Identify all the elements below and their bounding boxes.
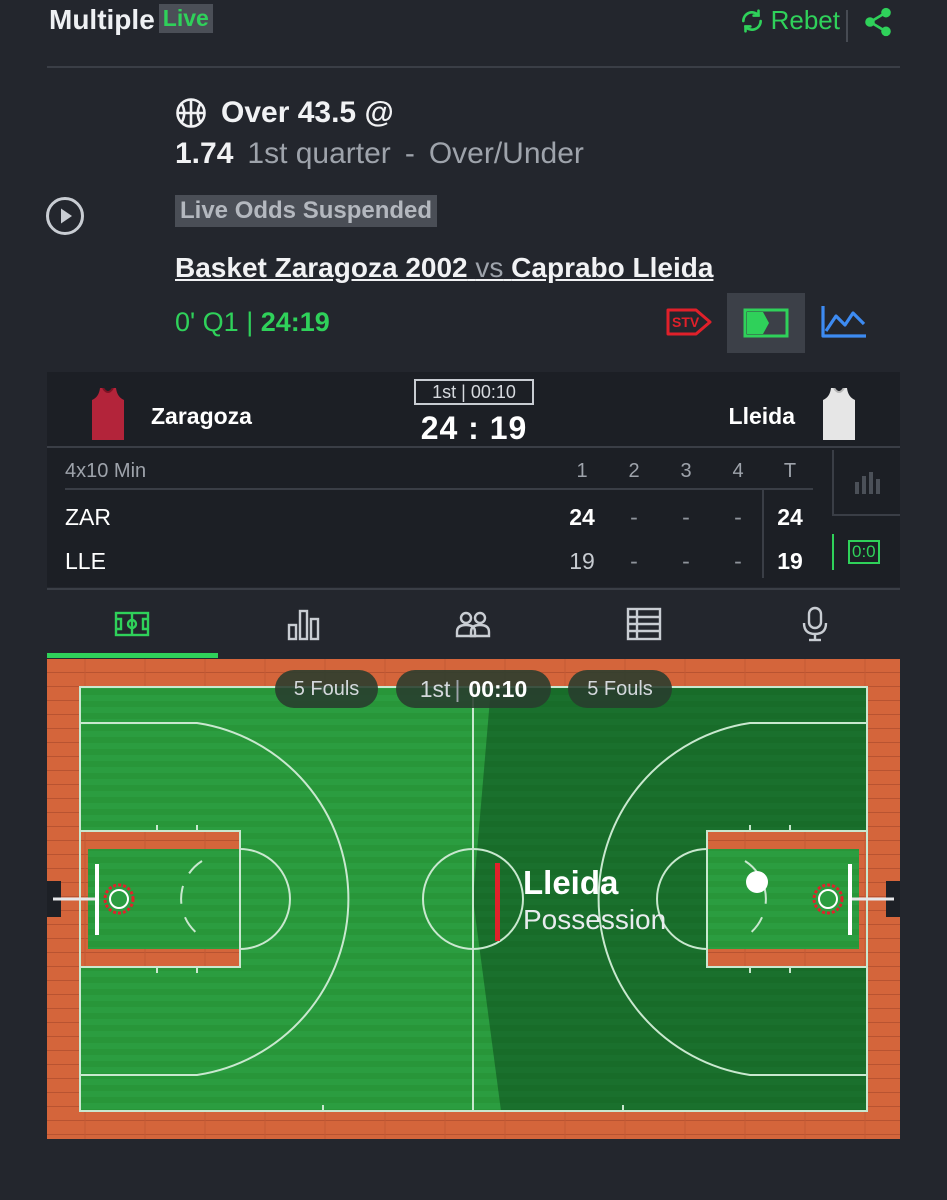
svg-text:STV: STV [672,314,700,330]
away-q2: - [630,548,638,574]
bet-header: Multiple Live Rebet [47,0,900,68]
home-q2: - [630,504,638,530]
market-separator: - [404,137,415,170]
basketball-court [47,659,900,1139]
match-link[interactable]: Basket Zaragoza 2002 vs Caprabo Lleida [175,252,713,284]
table-divider [65,488,813,490]
tab-table[interactable] [559,590,730,658]
period-clock-box: 1st | 00:10 [414,379,534,405]
away-total: 19 [777,548,803,574]
refresh-icon [741,8,762,33]
quarter-4-header: 4 [732,460,744,482]
match-time: 24:19 [260,307,330,337]
basketball-icon [176,98,206,128]
home-jersey-icon [92,388,124,440]
away-q3: - [682,548,690,574]
court-period: 1st [419,675,451,702]
possession-label: Possession [523,904,667,935]
away-jersey-icon [823,388,855,440]
play-icon[interactable] [45,196,85,236]
score-header: Zaragoza 1st | 00:10 24 : 19 Lleida [47,372,900,448]
total-column-divider [762,490,764,578]
possession-team: Lleida [523,864,619,901]
home-team-name: Zaragoza [151,403,252,429]
bet-period: 1st quarter [247,137,391,170]
away-team-name: Lleida [728,403,795,429]
home-abbr: ZAR [65,504,111,530]
court-time: 00:10 [468,675,528,702]
stream-tv-icon[interactable]: STV [666,304,712,340]
game-format: 4x10 Min [65,460,147,482]
bet-market-line: 1.74 1st quarter - Over/Under [175,137,584,171]
quarter-3-header: 3 [680,460,692,482]
rebet-button[interactable]: Rebet [739,5,840,36]
away-fouls-pill: 5 Fouls [568,670,672,708]
tab-lineups[interactable] [388,590,559,658]
bet-type-label: Multiple [49,4,155,35]
ball-position-marker [746,871,768,893]
stats-bars-icon [287,609,320,641]
away-abbr: LLE [65,548,106,574]
odds-value: 1.74 [175,137,234,170]
tab-stats[interactable] [218,590,389,658]
selection-text: Over 43.5 @ [221,96,394,129]
stats-toggle[interactable] [832,450,900,516]
total-header: T [783,460,797,482]
serve-accent [832,534,834,570]
tracker-tabs [47,588,900,658]
home-total: 24 [777,504,803,530]
court-icon [115,611,150,637]
rebet-label: Rebet [770,5,840,35]
away-q1: 19 [569,548,595,574]
main-score: 24 : 19 [420,410,528,446]
court-period-pill: 1st | 00:10 [396,670,551,708]
match-tracker-button[interactable] [727,293,805,353]
quarter-1-header: 1 [576,460,588,482]
share-icon[interactable] [862,6,894,38]
home-q4: - [734,504,742,530]
possession-indicator [495,863,500,941]
match-tracker-icon [743,308,789,338]
tab-court[interactable] [47,590,218,658]
odds-suspended-badge: Live Odds Suspended [175,195,438,227]
table-icon [626,607,662,641]
header-divider [846,10,848,42]
quarter-2-header: 2 [628,460,640,482]
scoreboard-panel: Zaragoza 1st | 00:10 24 : 19 Lleida 4x10… [47,372,900,587]
bet-selection: Over 43.5 @ [175,96,394,130]
bar-stats-icon [855,472,880,494]
home-fouls-pill: 5 Fouls [275,670,378,708]
lineups-icon [456,611,491,638]
live-badge: Live [158,4,213,33]
away-q4: - [734,548,742,574]
bet-type-title: Multiple Live [49,4,213,36]
market-name: Over/Under [428,137,584,170]
serve-indicator: 0:0 [848,540,880,564]
tab-commentary[interactable] [729,590,900,658]
vs-label: vs [475,252,504,283]
microphone-icon [802,606,827,642]
court-tracker: 5 Fouls 1st | 00:10 5 Fouls Lleida Possess… [47,659,900,1139]
home-q3: - [682,504,690,530]
line-chart-icon[interactable] [820,303,868,339]
match-period: 0' Q1 | [175,307,254,337]
away-team-link: Caprabo Lleida [511,252,714,283]
home-team-link: Basket Zaragoza 2002 [175,252,468,283]
home-q1: 24 [569,504,595,530]
match-clock: 0' Q1 | 24:19 [175,307,330,338]
